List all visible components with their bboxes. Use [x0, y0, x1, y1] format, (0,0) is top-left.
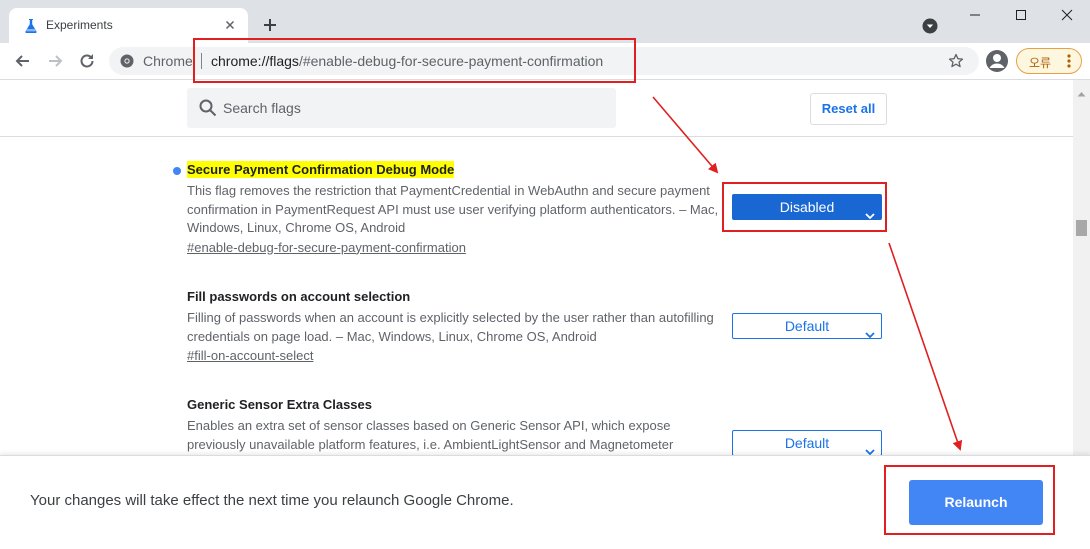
bookmark-star-icon[interactable]	[948, 53, 964, 69]
annotation-box-select	[722, 182, 887, 232]
close-tab-icon[interactable]	[222, 17, 238, 33]
relaunch-message: Your changes will take effect the next t…	[30, 492, 514, 509]
scroll-up-arrow-icon[interactable]	[1077, 84, 1086, 97]
reload-icon[interactable]	[77, 51, 97, 71]
flag-state-value: Default	[784, 435, 830, 451]
flag-permalink[interactable]: #fill-on-account-select	[187, 347, 313, 365]
search-flags-input[interactable]	[223, 88, 603, 128]
flags-header: Reset all	[0, 80, 1073, 137]
flag-state-select[interactable]: Default	[732, 313, 882, 339]
search-icon	[199, 99, 217, 117]
flag-item: Fill passwords on account selection Fill…	[187, 288, 887, 365]
flag-title: Secure Payment Confirmation Debug Mode	[187, 161, 455, 178]
error-chip-label: 오류	[1029, 56, 1052, 70]
chevron-down-icon	[865, 439, 875, 455]
new-tab-icon[interactable]	[262, 17, 278, 33]
close-window-icon[interactable]	[1044, 0, 1090, 30]
chevron-down-icon	[865, 322, 875, 339]
profile-avatar-icon[interactable]	[985, 49, 1009, 73]
chrome-site-icon	[120, 54, 134, 68]
minimize-icon[interactable]	[952, 0, 998, 30]
annotation-box-url	[193, 38, 636, 83]
flag-title: Fill passwords on account selection	[187, 289, 411, 304]
flag-description: This flag removes the restriction that P…	[187, 183, 719, 235]
maximize-icon[interactable]	[998, 0, 1044, 30]
flask-icon	[23, 18, 39, 34]
omnibox-chip-label: Chrome	[143, 53, 193, 69]
page-scrollbar[interactable]	[1073, 80, 1090, 455]
tab-title: Experiments	[46, 18, 113, 32]
flag-item: Generic Sensor Extra Classes Enables an …	[187, 396, 887, 455]
flag-state-select[interactable]: Default	[732, 430, 882, 455]
forward-arrow-icon[interactable]	[45, 51, 65, 71]
scrollbar-thumb[interactable]	[1076, 220, 1087, 236]
flag-description: Filling of passwords when an account is …	[187, 310, 714, 344]
flags-list: Secure Payment Confirmation Debug Mode T…	[0, 137, 1073, 455]
flag-title: Generic Sensor Extra Classes	[187, 397, 372, 412]
flag-description: Enables an extra set of sensor classes b…	[187, 418, 674, 452]
search-flags-box[interactable]	[187, 88, 616, 128]
annotation-box-relaunch	[884, 465, 1055, 535]
flag-state-value: Default	[784, 318, 830, 334]
tab-search-icon[interactable]	[922, 18, 938, 34]
reset-all-button[interactable]: Reset all	[810, 93, 887, 125]
tab-strip: Experiments	[0, 0, 1090, 43]
back-arrow-icon[interactable]	[13, 51, 33, 71]
error-menu-button[interactable]: 오류	[1016, 48, 1082, 74]
kebab-menu-icon	[1063, 53, 1075, 69]
flag-permalink[interactable]: #enable-debug-for-secure-payment-confirm…	[187, 239, 466, 257]
modified-indicator	[173, 167, 181, 175]
